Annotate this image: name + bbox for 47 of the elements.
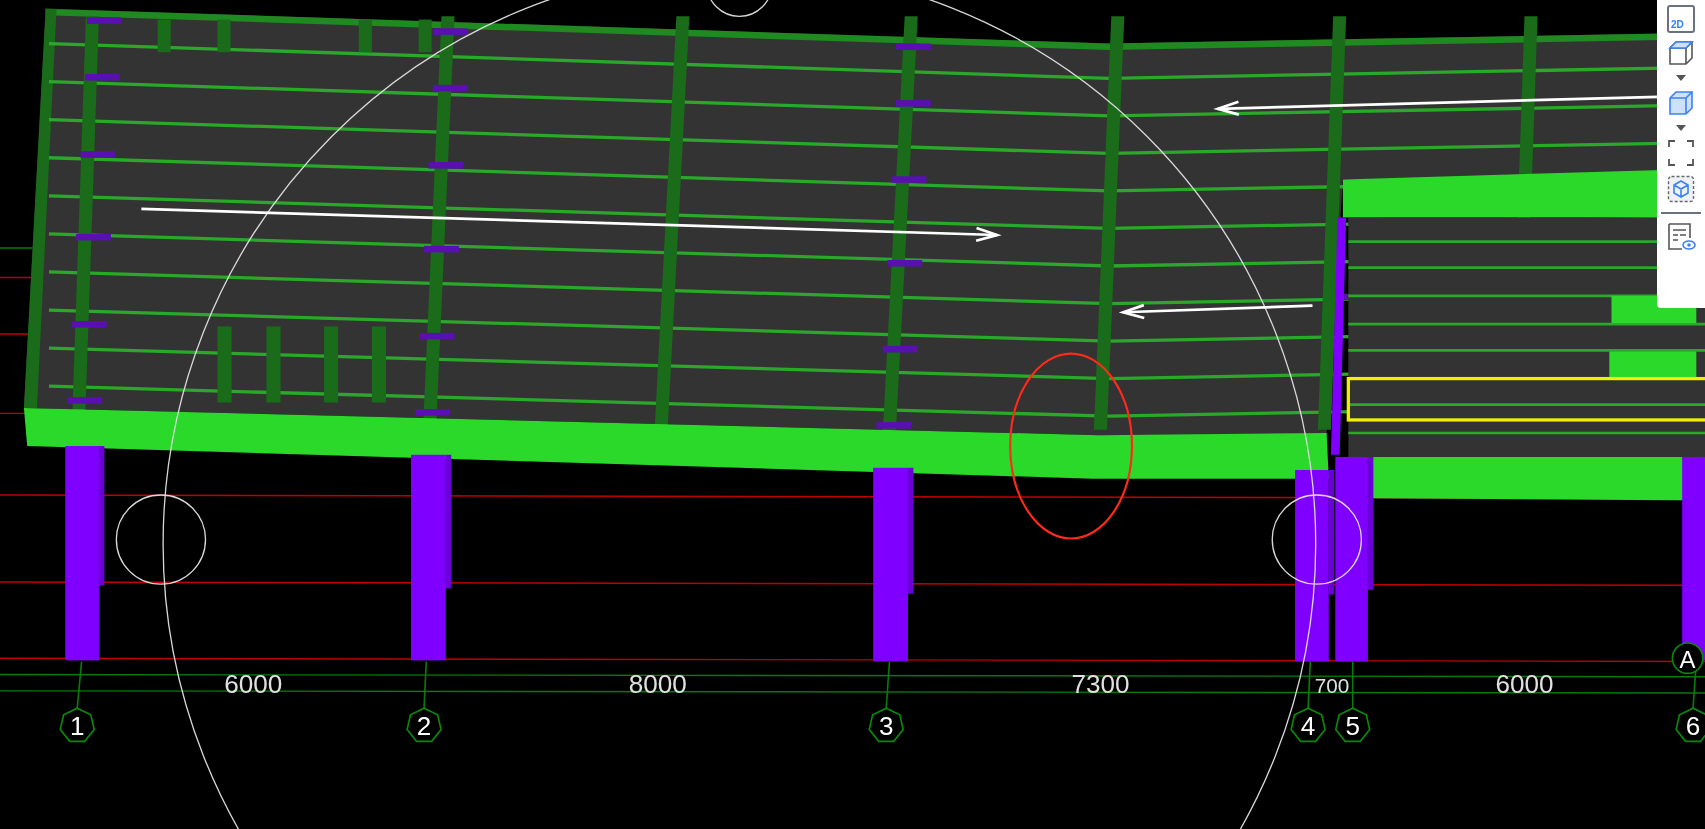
beam-bracket bbox=[71, 320, 107, 328]
fit-view-icon bbox=[1667, 139, 1695, 167]
axis-bubble: 1 bbox=[59, 707, 96, 743]
dropdown-icon bbox=[1676, 75, 1686, 81]
axis-bubble: 6 bbox=[1675, 707, 1705, 743]
beam-bracket bbox=[87, 17, 122, 24]
beam-bracket bbox=[424, 245, 459, 253]
dimension-label: 7300 bbox=[1071, 669, 1130, 699]
beam-bracket bbox=[84, 74, 120, 81]
dimension-label: 6000 bbox=[1495, 669, 1554, 699]
beam-bracket bbox=[432, 84, 468, 92]
beam-bracket bbox=[67, 397, 103, 404]
section-box-icon bbox=[1667, 175, 1695, 203]
grid-line bbox=[0, 276, 34, 279]
shaded-view-icon bbox=[1667, 89, 1695, 117]
2d-view-button[interactable]: 2D bbox=[1667, 5, 1695, 33]
axis-bubble: A bbox=[1671, 642, 1704, 675]
axis-bubble: 5 bbox=[1334, 707, 1371, 743]
orbit-handle[interactable] bbox=[1271, 494, 1363, 585]
grid-line bbox=[0, 247, 34, 249]
axis-bubble: 4 bbox=[1290, 707, 1326, 743]
beam-bracket bbox=[887, 260, 923, 267]
dropdown-icon bbox=[1676, 125, 1686, 131]
dimension-label: 6000 bbox=[224, 669, 283, 699]
leader-line bbox=[885, 660, 891, 710]
beam-bracket bbox=[882, 345, 918, 353]
beam-bracket bbox=[428, 162, 464, 169]
beam-bracket bbox=[891, 176, 927, 183]
dimension-label: 8000 bbox=[628, 669, 687, 699]
beam-bracket bbox=[896, 43, 931, 51]
beam-bracket bbox=[419, 332, 455, 340]
dimension-label: 700 bbox=[1314, 674, 1350, 697]
beam-bracket bbox=[432, 28, 468, 35]
leader-line bbox=[76, 660, 83, 710]
leader-line bbox=[1307, 660, 1312, 710]
beam-bracket bbox=[896, 100, 931, 107]
3d-view-icon bbox=[1667, 39, 1695, 67]
beam-bracket bbox=[80, 151, 116, 158]
beam-bracket bbox=[415, 409, 451, 416]
axis-bubble: 2 bbox=[406, 707, 442, 743]
axis-bubble: 3 bbox=[868, 707, 905, 743]
leader-line bbox=[423, 660, 428, 710]
orbit-handle[interactable] bbox=[115, 494, 207, 585]
beam-bracket bbox=[76, 233, 111, 241]
beam-bracket bbox=[876, 422, 912, 429]
properties-icon bbox=[1666, 222, 1696, 252]
leader-line bbox=[1351, 660, 1354, 710]
